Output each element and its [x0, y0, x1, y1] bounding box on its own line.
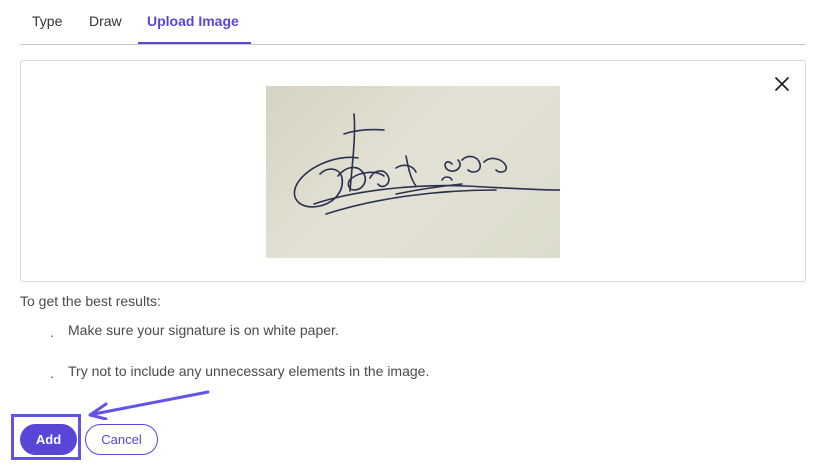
cancel-button[interactable]: Cancel — [85, 424, 158, 455]
uploaded-image-preview — [20, 60, 806, 282]
signature-dialog: Type Draw Upload Image To get the best r… — [0, 0, 822, 470]
tab-draw[interactable]: Draw — [89, 12, 122, 43]
close-icon[interactable] — [773, 75, 791, 93]
bullet: . — [50, 324, 54, 340]
tips-heading: To get the best results: — [20, 293, 161, 309]
add-button[interactable]: Add — [20, 424, 77, 455]
pointer-arrow-icon — [88, 390, 210, 420]
tip-text: Make sure your signature is on white pap… — [68, 322, 339, 338]
tab-upload-image[interactable]: Upload Image — [138, 12, 251, 44]
bullet: . — [50, 365, 54, 381]
signature-tabs: Type Draw Upload Image — [20, 0, 806, 45]
tab-type[interactable]: Type — [32, 12, 62, 43]
signature-scribble — [293, 113, 561, 215]
tip-text: Try not to include any unnecessary eleme… — [68, 363, 430, 379]
signature-image — [266, 86, 561, 258]
